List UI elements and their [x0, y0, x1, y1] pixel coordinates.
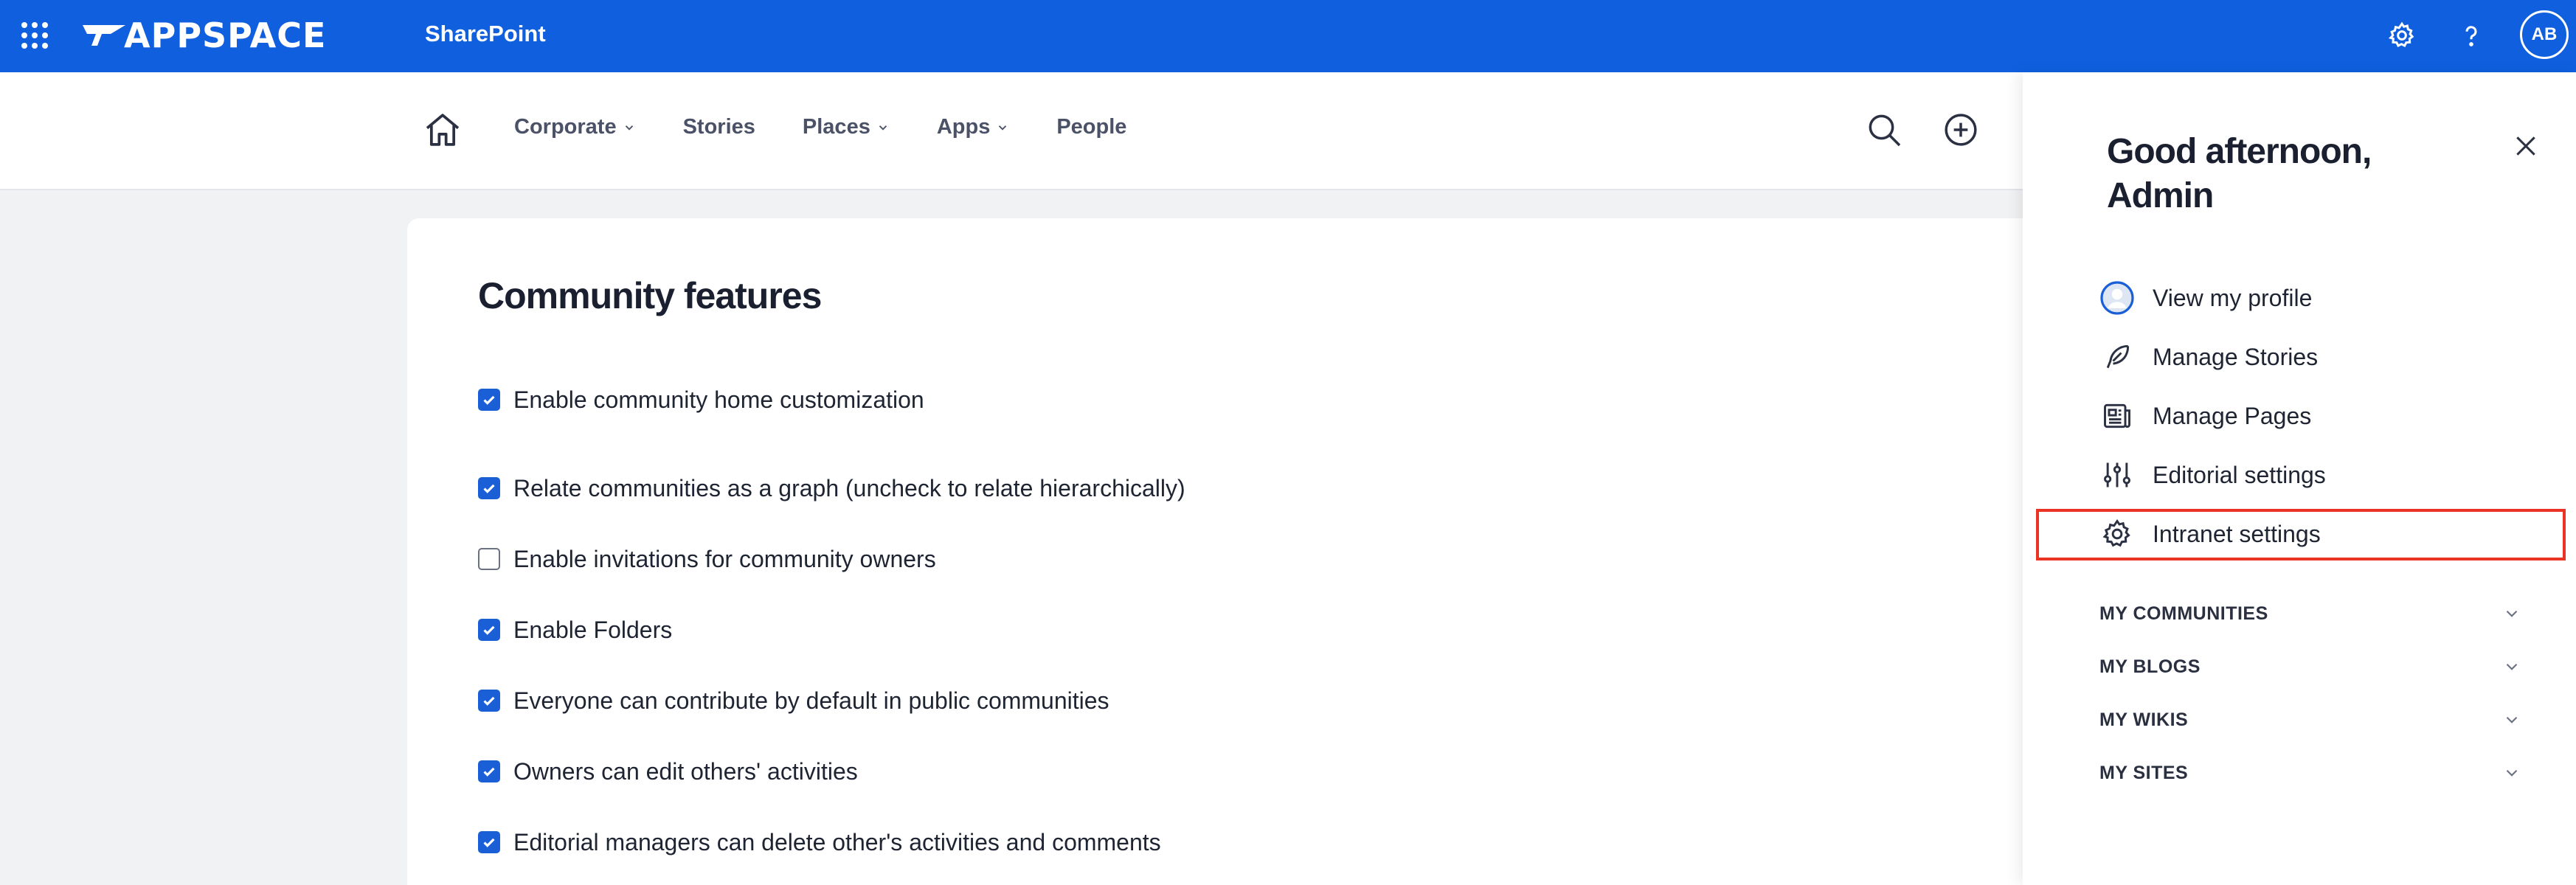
chevron-down-icon — [2506, 663, 2518, 670]
nav-item-corporate[interactable]: Corporate — [514, 115, 636, 139]
checkbox-checked[interactable] — [478, 760, 500, 782]
menu-item-view-profile[interactable]: View my profile — [2099, 268, 2326, 327]
check-icon — [483, 625, 495, 635]
feature-invitations-for-owners[interactable]: Enable invitations for community owners — [478, 524, 1185, 594]
settings-gear-icon[interactable] — [2384, 18, 2420, 53]
chevron-down-icon — [999, 125, 1007, 131]
highlight-box — [2036, 509, 2566, 560]
feature-community-home-customization[interactable]: Enable community home customization — [478, 382, 1185, 417]
appspace-logo[interactable]: APPSPACE — [81, 15, 327, 55]
add-circle-icon[interactable] — [1940, 109, 1981, 150]
section-my-blogs[interactable]: MY BLOGS — [2099, 640, 2521, 693]
chevron-down-icon — [879, 125, 887, 131]
greeting-heading: Good afternoon, Admin — [2107, 132, 2372, 215]
feature-owners-edit-activities[interactable]: Owners can edit others' activities — [478, 736, 1185, 807]
checkbox-unchecked[interactable] — [478, 548, 500, 570]
nav-item-stories[interactable]: Stories — [683, 115, 755, 139]
feature-relate-as-graph[interactable]: Relate communities as a graph (uncheck t… — [478, 453, 1185, 524]
checkbox-checked[interactable] — [478, 690, 500, 712]
check-icon — [483, 696, 495, 706]
pages-icon — [2099, 398, 2135, 434]
nav-item-people[interactable]: People — [1056, 115, 1126, 139]
chevron-down-icon — [625, 125, 633, 131]
top-bar: APPSPACE SharePoint AB — [0, 0, 2576, 72]
feature-list: Enable community home customization Rela… — [478, 382, 1185, 878]
checkbox-checked[interactable] — [478, 619, 500, 641]
section-my-wikis[interactable]: MY WIKIS — [2099, 693, 2521, 746]
sliders-icon — [2099, 457, 2135, 493]
check-icon — [483, 838, 495, 847]
logo-swoosh-icon — [83, 25, 125, 46]
brand-name: APPSPACE — [124, 15, 327, 55]
checkbox-checked[interactable] — [478, 477, 500, 499]
close-icon[interactable] — [2511, 131, 2541, 161]
app-launcher-icon[interactable] — [21, 21, 49, 49]
feather-icon — [2099, 339, 2135, 375]
chevron-down-icon — [2506, 716, 2518, 723]
check-icon — [483, 484, 495, 493]
check-icon — [483, 767, 495, 777]
profile-icon — [2099, 280, 2135, 316]
checkbox-checked[interactable] — [478, 831, 500, 853]
product-name: SharePoint — [425, 21, 546, 46]
main-navigation: Corporate Stories Places Apps People — [0, 72, 2023, 190]
checkbox-checked[interactable] — [478, 389, 500, 411]
section-title: Community features — [478, 275, 822, 316]
chevron-down-icon — [2506, 610, 2518, 617]
user-avatar[interactable]: AB — [2520, 10, 2569, 59]
section-my-communities[interactable]: MY COMMUNITIES — [2099, 587, 2521, 640]
check-icon — [483, 395, 495, 405]
menu-item-manage-stories[interactable]: Manage Stories — [2099, 327, 2326, 386]
menu-item-manage-pages[interactable]: Manage Pages — [2099, 386, 2326, 445]
panel-sections: MY COMMUNITIES MY BLOGS MY WIKIS MY SITE… — [2099, 587, 2521, 799]
feature-enable-folders[interactable]: Enable Folders — [478, 594, 1185, 665]
menu-item-editorial-settings[interactable]: Editorial settings — [2099, 445, 2326, 504]
avatar-initials: AB — [2531, 24, 2558, 44]
help-icon[interactable] — [2454, 18, 2489, 53]
search-icon[interactable] — [1863, 109, 1905, 150]
section-my-sites[interactable]: MY SITES — [2099, 746, 2521, 799]
chevron-down-icon — [2506, 769, 2518, 777]
nav-item-places[interactable]: Places — [803, 115, 890, 139]
home-icon[interactable] — [422, 109, 463, 150]
feature-editorial-delete[interactable]: Editorial managers can delete other's ac… — [478, 807, 1185, 878]
feature-everyone-contribute[interactable]: Everyone can contribute by default in pu… — [478, 665, 1185, 736]
nav-item-apps[interactable]: Apps — [937, 115, 1010, 139]
